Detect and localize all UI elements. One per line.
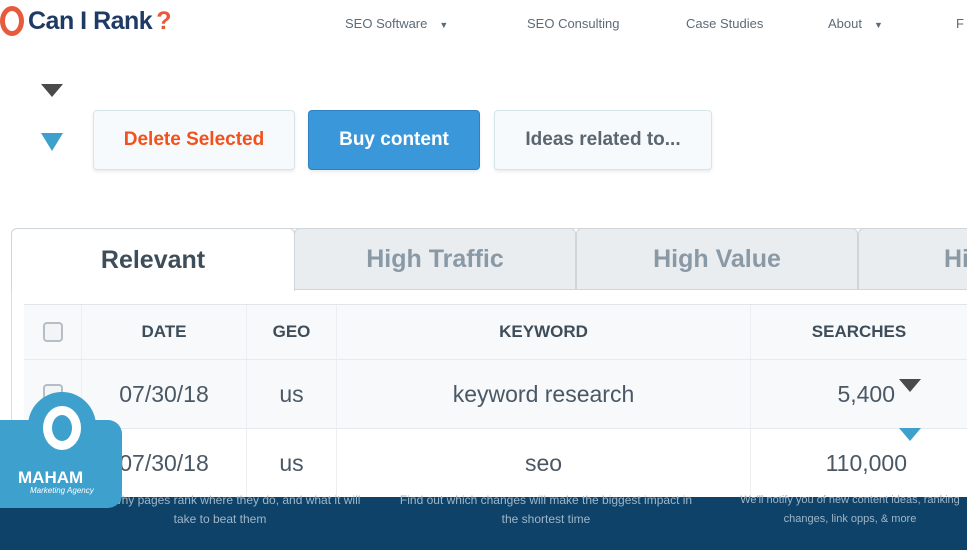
- watermark-title: MAHAM: [18, 468, 84, 487]
- nav-seo-consulting[interactable]: SEO Consulting: [527, 16, 620, 31]
- geo-cell: us: [247, 429, 337, 497]
- nav-case-studies[interactable]: Case Studies: [686, 16, 763, 31]
- header-keyword[interactable]: KEYWORD: [337, 305, 751, 359]
- delete-selected-button[interactable]: Delete Selected: [93, 110, 295, 170]
- nav-label: About: [828, 16, 862, 31]
- select-all-cell: [24, 305, 82, 359]
- tab-relevant[interactable]: Relevant: [11, 228, 295, 291]
- keyword-cell[interactable]: keyword research: [337, 360, 751, 428]
- sort-down-active-icon[interactable]: [41, 133, 63, 151]
- table-header: DATE GEO KEYWORD SEARCHES: [24, 304, 967, 360]
- tab-more[interactable]: Hi: [858, 228, 967, 290]
- searches-cell: 110,000: [825, 449, 907, 476]
- header-searches[interactable]: SEARCHES: [751, 305, 967, 359]
- buy-content-button[interactable]: Buy content: [308, 110, 480, 170]
- geo-cell: us: [247, 360, 337, 428]
- sort-down-icon[interactable]: [41, 84, 63, 97]
- header-date[interactable]: DATE: [82, 305, 247, 359]
- chevron-down-icon: ▼: [873, 20, 883, 30]
- select-all-checkbox[interactable]: [42, 322, 63, 342]
- sort-down-active-icon[interactable]: [899, 428, 921, 441]
- date-cell: 07/30/18: [82, 360, 247, 428]
- table-row[interactable]: 07/30/18 us keyword research 5,400: [24, 360, 967, 429]
- chevron-down-icon: ▼: [439, 20, 449, 30]
- brand-mark: ?: [156, 6, 171, 35]
- features-footer: Know why pages rank where they do, and w…: [0, 493, 967, 550]
- tab-high-traffic[interactable]: High Traffic: [294, 228, 576, 290]
- nav-label: SEO Software: [345, 16, 428, 31]
- brand-name: Can I Rank: [28, 6, 153, 35]
- nav-about[interactable]: About ▼: [828, 16, 883, 31]
- keyword-cell[interactable]: seo: [337, 429, 751, 497]
- searches-cell: 5,400: [837, 380, 895, 407]
- ideas-related-button[interactable]: Ideas related to...: [494, 110, 712, 170]
- table-row[interactable]: 07/30/18 us seo 110,000: [24, 429, 967, 498]
- nav-more[interactable]: F: [956, 16, 964, 31]
- header-geo[interactable]: GEO: [247, 305, 337, 359]
- nav-seo-software[interactable]: SEO Software ▼: [345, 16, 448, 31]
- watermark-mark-icon: [28, 392, 96, 464]
- brand-logo[interactable]: Can I Rank?: [0, 6, 171, 36]
- magnifier-icon: [0, 6, 24, 36]
- feature-text: Find out which changes will make the big…: [399, 493, 693, 526]
- watermark-subtitle: Marketing Agency: [30, 486, 94, 495]
- tab-high-value[interactable]: High Value: [576, 228, 858, 290]
- sort-down-icon[interactable]: [899, 379, 921, 392]
- feature-text: We'll notify you of new content ideas, r…: [740, 494, 960, 525]
